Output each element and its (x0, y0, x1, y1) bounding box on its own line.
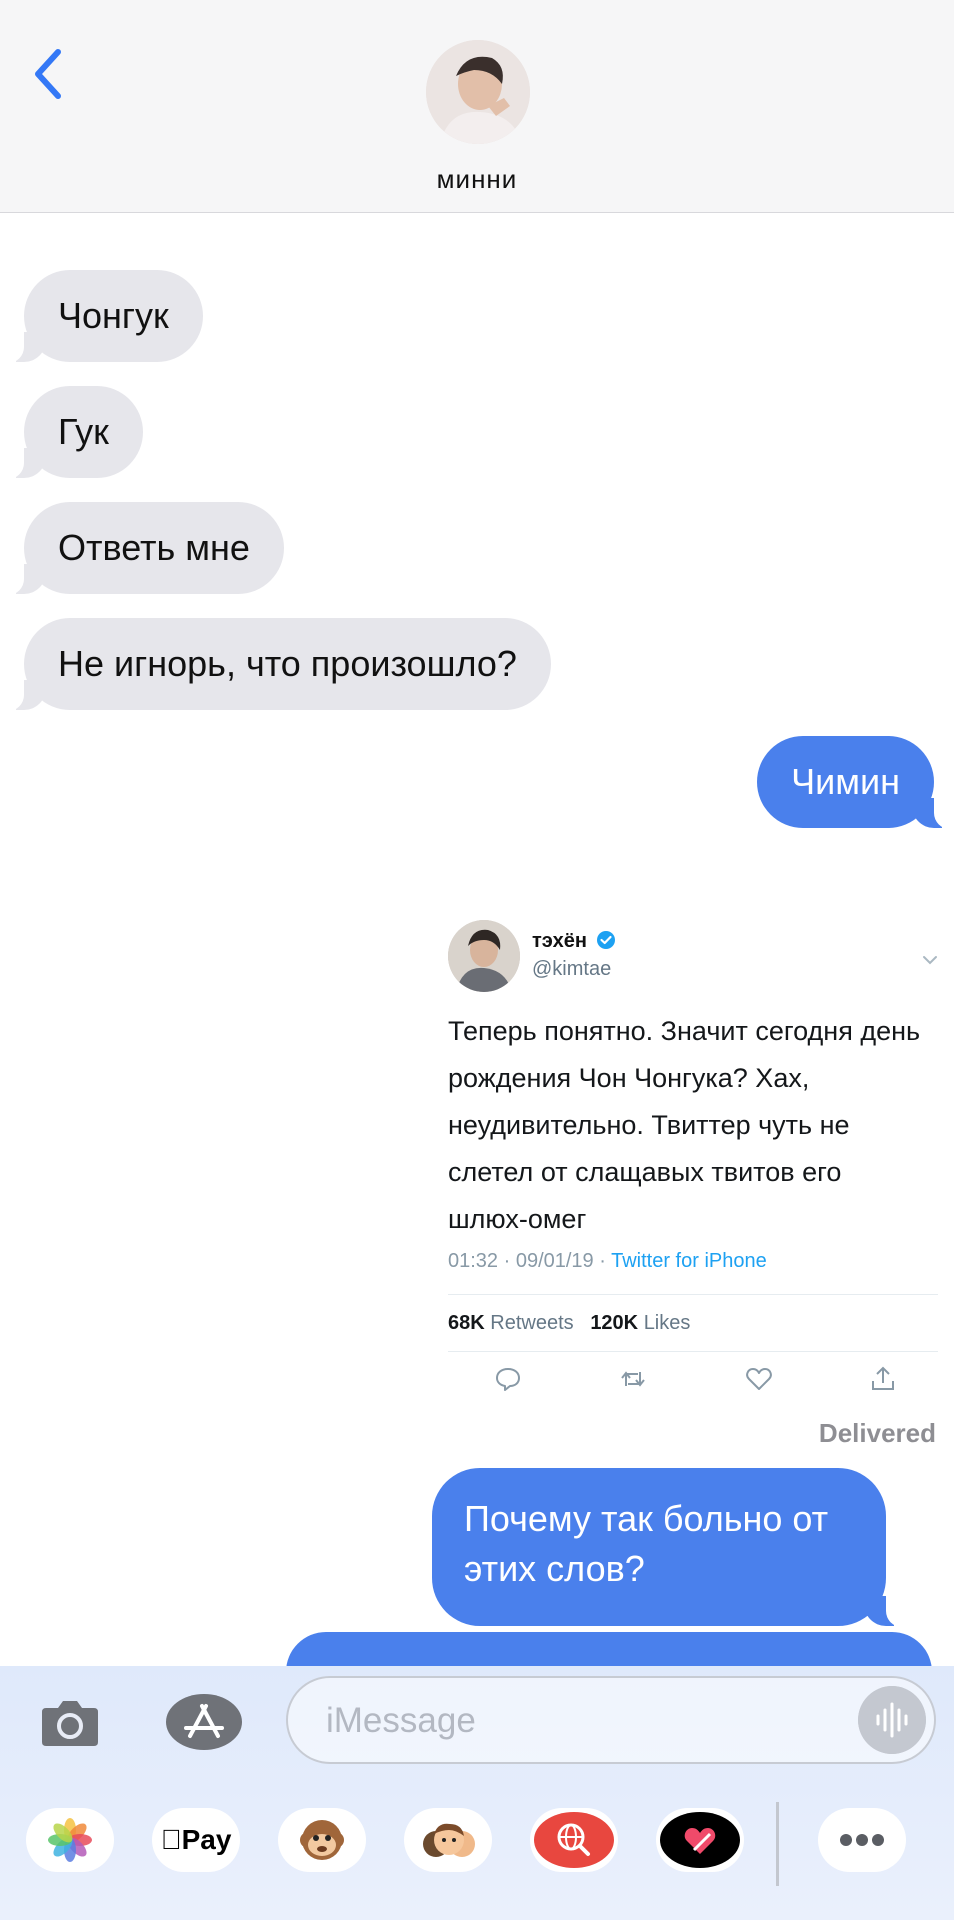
share-icon[interactable] (868, 1364, 898, 1394)
message-input-field[interactable] (286, 1676, 936, 1764)
photos-app-button[interactable] (26, 1808, 114, 1872)
message-bubble-incoming[interactable]: Гук (0, 386, 143, 479)
message-text: Гук (58, 411, 109, 452)
tweet-meta: 01:32 · 09/01/19 · Twitter for iPhone (448, 1250, 767, 1273)
message-bubble-outgoing[interactable]: Почему так больно от этих слов? (432, 1468, 912, 1627)
retweet-icon[interactable] (618, 1364, 648, 1394)
apple-logo-icon:  (161, 1824, 182, 1855)
more-apps-button[interactable] (818, 1808, 906, 1872)
conversation-header: минни (0, 0, 954, 213)
tweet-author-name[interactable]: тэхён (532, 930, 587, 953)
tweet-card[interactable]: тэхён @kimtae Теперь понятно. Значит сег… (448, 908, 938, 1391)
tweet-author-avatar[interactable] (448, 920, 520, 992)
verified-badge-icon (597, 931, 615, 949)
apple-pay-label: Pay (171, 1824, 232, 1855)
chevron-down-icon[interactable] (922, 954, 938, 966)
delivered-status: Delivered (818, 1418, 936, 1448)
message-text: Ответь мне (58, 527, 250, 568)
likes-label[interactable]: Likes (644, 1312, 691, 1334)
message-bubble-incoming[interactable]: Чонгук (0, 270, 203, 363)
tweet-avatar-photo (448, 920, 520, 992)
dock-divider (776, 1802, 779, 1886)
chevron-left-icon (35, 49, 61, 99)
likes-count[interactable]: 120K (590, 1312, 638, 1334)
message-bubble-outgoing[interactable]: Чимин (757, 736, 954, 829)
images-search-app-button[interactable] (530, 1808, 618, 1872)
message-input[interactable] (324, 1696, 788, 1746)
message-bubble-incoming[interactable]: Не игнорь, что произошло? (0, 618, 551, 711)
tweet-timestamp: 01:32 · 09/01/19 · (448, 1250, 612, 1272)
tweet-actions (448, 1364, 938, 1404)
message-text: Чимин (791, 761, 900, 802)
reply-icon[interactable] (493, 1364, 523, 1394)
compose-bar: Pay (0, 1666, 954, 1920)
digital-touch-heart-icon (660, 1812, 740, 1868)
contact-photo (426, 40, 530, 144)
contact-name[interactable]: минни (0, 164, 954, 195)
memoji-stickers-icon (423, 1823, 475, 1857)
digital-touch-app-button[interactable] (656, 1808, 744, 1872)
camera-button[interactable] (40, 1696, 100, 1748)
message-text: Не игнорь, что произошло? (58, 643, 517, 684)
back-button[interactable] (28, 44, 76, 104)
app-store-button[interactable] (160, 1692, 244, 1752)
divider (448, 1294, 938, 1295)
like-heart-icon[interactable] (744, 1364, 774, 1394)
memoji-app-button[interactable] (404, 1808, 492, 1872)
monkey-animoji-icon (300, 1820, 344, 1860)
message-bubble-incoming[interactable]: Ответь мне (0, 502, 284, 595)
tweet-text: Теперь понятно. Значит сегодня день рожд… (448, 1016, 921, 1234)
contact-avatar[interactable] (426, 40, 530, 144)
message-text: Чонгук (58, 295, 169, 336)
retweets-count[interactable]: 68K (448, 1312, 485, 1334)
animoji-app-button[interactable] (278, 1808, 366, 1872)
tweet-stats: 68K Retweets 120K Likes (448, 1312, 690, 1335)
globe-search-icon (534, 1812, 614, 1868)
divider (448, 1351, 938, 1352)
imessage-app-drawer: Pay (0, 1802, 954, 1902)
apple-pay-button[interactable]: Pay (152, 1808, 240, 1872)
photos-icon (48, 1818, 92, 1862)
audio-message-icon[interactable] (858, 1686, 926, 1754)
tweet-source-link[interactable]: Twitter for iPhone (611, 1250, 767, 1272)
more-dots-icon (840, 1834, 884, 1846)
message-text: Почему так больно от этих слов? (464, 1498, 829, 1589)
retweets-label[interactable]: Retweets (490, 1312, 573, 1334)
tweet-author-handle[interactable]: @kimtae (532, 958, 611, 981)
